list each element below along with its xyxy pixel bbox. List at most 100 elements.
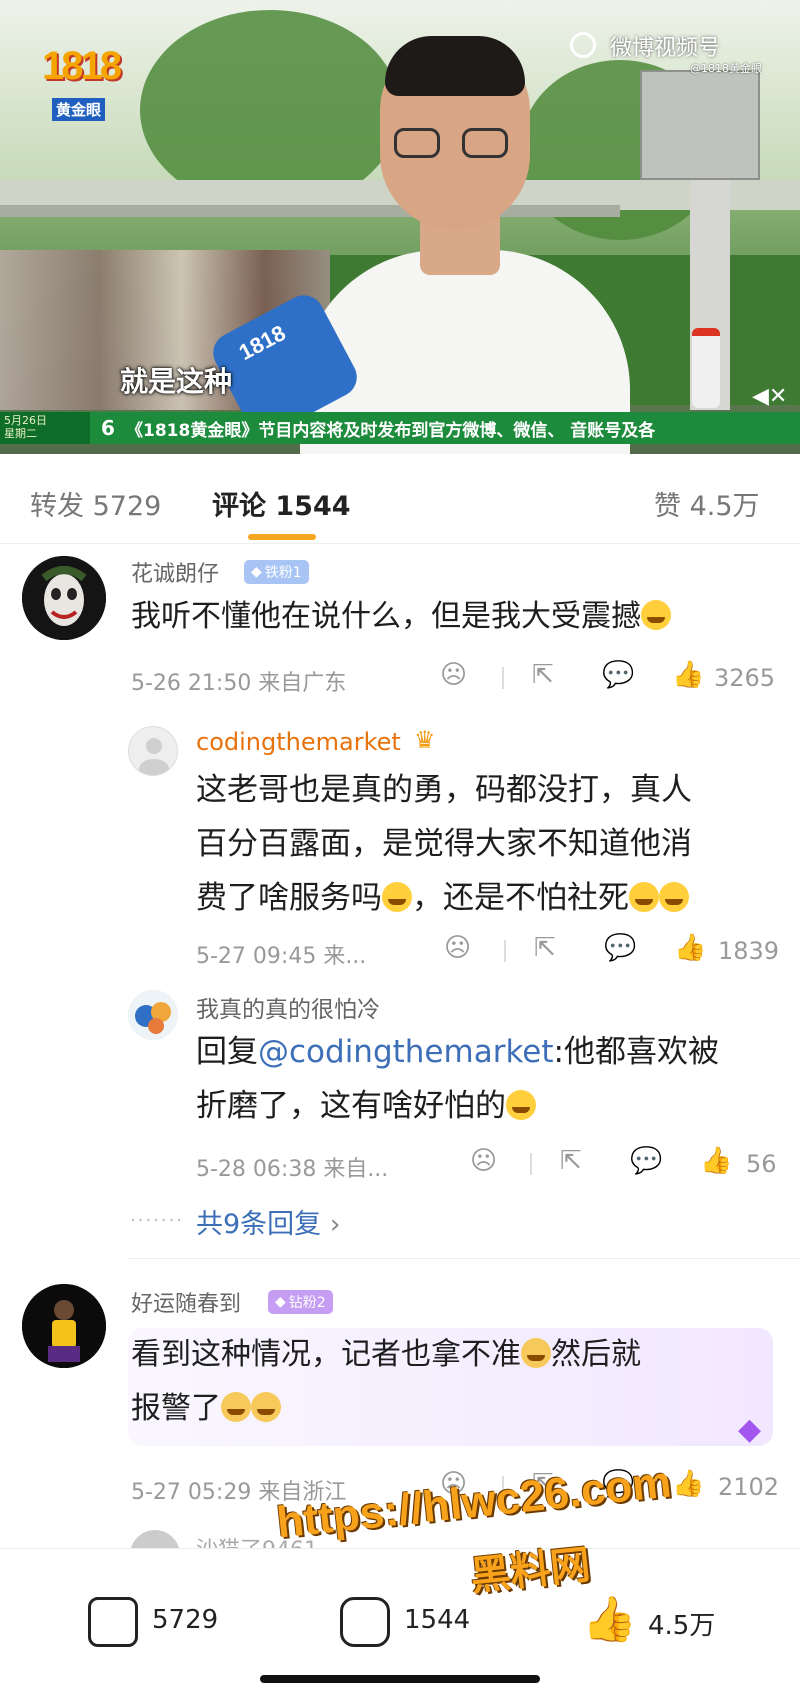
comment-count[interactable]: 1544 [404, 1605, 470, 1635]
search-icon[interactable] [570, 32, 596, 58]
reply-icon[interactable]: 💬 [602, 660, 634, 690]
like-count: 1839 [718, 937, 780, 965]
laugh-cry-emoji-icon [641, 600, 671, 630]
avatar[interactable] [128, 990, 178, 1040]
reply-mention-link[interactable]: @codingthemarket [258, 1034, 554, 1070]
laugh-cry-emoji-icon [629, 882, 659, 912]
cat-emoji-icon [221, 1392, 251, 1422]
reply-text-line: 折磨了，这有啥好怕的 [196, 1088, 506, 1124]
logo-number: 1818 [42, 44, 122, 88]
tab-bar: 转发 5729 评论 1544 赞 4.5万 [0, 454, 800, 544]
share-icon[interactable]: ⇱ [532, 660, 554, 690]
cat-emoji-icon [521, 1338, 551, 1368]
dislike-face-icon[interactable]: ☹ [470, 1146, 497, 1176]
video-person-hair [385, 36, 525, 96]
joker-avatar-icon [22, 556, 106, 640]
thumbs-up-icon[interactable]: 👍 [700, 1146, 732, 1176]
reply-username[interactable]: 我真的真的很怕冷 [196, 990, 380, 1024]
fan-badge: ◆ 钻粉2 [268, 1290, 333, 1314]
diamond-icon: ◆ [275, 1294, 286, 1310]
reply-meta: 5-27 09:45 来... [196, 944, 367, 969]
ticker-date: 5月26日 星期二 [0, 412, 90, 444]
comment-body: 我听不懂他在说什么，但是我大受震撼 [131, 590, 671, 644]
reply-text-line: 这老哥也是真的勇，码都没打，真人 [196, 772, 692, 808]
laugh-cry-emoji-icon [659, 882, 689, 912]
avatar[interactable] [22, 556, 106, 640]
reply-text-line: 百分百露面，是觉得大家不知道他消 [196, 826, 692, 862]
reply-body: 回复@codingthemarket:他都喜欢被 折磨了，这有啥好怕的 [196, 1025, 719, 1133]
diamond-icon: ◆ [251, 564, 262, 580]
reply-prefix: 回复 [196, 1034, 258, 1070]
weibo-video-handle: @1818黄金眼 [690, 62, 762, 75]
channel-logo: 1818 黄金眼 [42, 44, 132, 122]
reply-body: 这老哥也是真的勇，码都没打，真人 百分百露面，是觉得大家不知道他消 费了啥服务吗… [196, 763, 692, 925]
reply-text-line: :他都喜欢被 [553, 1034, 719, 1070]
avatar[interactable] [128, 726, 178, 776]
dislike-face-icon[interactable]: ☹ [440, 660, 467, 690]
thumbs-up-icon[interactable]: 👍 [672, 1469, 704, 1499]
comment-text-line: 报警了 [131, 1391, 221, 1426]
more-replies-link[interactable]: 共9条回复 › [196, 1202, 341, 1241]
comment-username[interactable]: 好运随春到 [131, 1286, 241, 1318]
video-glasses-left [394, 128, 440, 158]
reply-username[interactable]: codingthemarket [196, 728, 401, 756]
thumbs-up-icon[interactable]: 👍 [674, 933, 706, 963]
weibo-video-watermark: 微博视频号 [610, 36, 721, 61]
share-icon[interactable]: ⇱ [560, 1146, 582, 1176]
like-count-total[interactable]: 4.5万 [648, 1605, 715, 1642]
default-avatar-icon [139, 738, 169, 775]
fan-badge-label: 钻粉2 [288, 1295, 326, 1311]
comment-icon[interactable] [340, 1597, 390, 1647]
thumbs-up-icon[interactable]: 👍 [582, 1593, 637, 1645]
reply-icon[interactable]: 💬 [604, 933, 636, 963]
comment-username[interactable]: 花诚朗仔 [131, 556, 219, 588]
reply-text-line: 费了啥服务吗 [196, 880, 382, 916]
fan-badge: ◆ 铁粉1 [244, 560, 309, 584]
tab-active-indicator [248, 534, 316, 540]
news-ticker: 5月26日 星期二 6 《1818黄金眼》节目内容将及时发布到官方微博、微信、 … [0, 412, 800, 444]
video-parking-canopy-edge [0, 205, 620, 217]
video-subtitle: 就是这种 [120, 365, 233, 398]
avatar[interactable] [22, 1284, 106, 1368]
comment-text-line: 然后就 [551, 1337, 641, 1372]
reply-meta: 5-28 06:38 来自... [196, 1157, 389, 1182]
chevron-right-icon: › [329, 1209, 341, 1240]
home-indicator[interactable] [260, 1675, 540, 1683]
ticker-text: 《1818黄金眼》节目内容将及时发布到官方微博、微信、 音账号及各 [126, 420, 656, 441]
mute-icon[interactable]: ◀✕ [752, 384, 787, 409]
dotted-separator: ······· [130, 1210, 185, 1231]
repost-count[interactable]: 5729 [152, 1605, 218, 1635]
reply-icon[interactable]: 💬 [630, 1146, 662, 1176]
share-icon[interactable]: ⇱ [534, 933, 556, 963]
comment-meta: 5-26 21:50 来自广东 [131, 671, 347, 696]
comment-divider [128, 1258, 800, 1259]
thumbs-up-icon[interactable]: 👍 [672, 660, 704, 690]
divider [504, 940, 506, 962]
like-count: 56 [746, 1150, 777, 1178]
cat-emoji-icon [251, 1392, 281, 1422]
tab-repost[interactable]: 转发 5729 [30, 484, 161, 523]
site-watermark-url: https://hlwc26.com [274, 1457, 674, 1548]
divider [530, 1153, 532, 1175]
like-count: 2102 [718, 1473, 780, 1501]
dislike-face-icon[interactable]: ☹ [444, 933, 471, 963]
more-replies-label: 共9条回复 [196, 1209, 322, 1240]
comment-body: 看到这种情况，记者也拿不准 然后就 报警了 [131, 1328, 641, 1436]
comment-text: 我听不懂他在说什么，但是我大受震撼 [131, 599, 641, 634]
repost-icon[interactable] [88, 1597, 138, 1647]
cartoon-avatar-icon [128, 990, 178, 1040]
fan-badge-label: 铁粉1 [264, 565, 302, 581]
divider [502, 667, 504, 689]
reply-text-line: ，还是不怕社死 [412, 880, 629, 916]
video-glasses-right [462, 128, 508, 158]
ticker-logo-icon: 6 [101, 416, 115, 440]
bottom-action-bar: 5729 1544 👍 4.5万 [0, 1548, 800, 1693]
tab-comments[interactable]: 评论 1544 [212, 484, 351, 523]
logo-text: 黄金眼 [52, 98, 106, 121]
laughing-emoji-icon [506, 1090, 536, 1120]
video-electric-box [640, 70, 760, 180]
video-player[interactable]: 1818 1818 黄金眼 微博视频号 @1818黄金眼 就是这种 5月26日 … [0, 0, 800, 454]
comment-text-line: 看到这种情况，记者也拿不准 [131, 1337, 521, 1372]
tab-likes[interactable]: 赞 4.5万 [654, 484, 760, 523]
laugh-cry-emoji-icon [382, 882, 412, 912]
